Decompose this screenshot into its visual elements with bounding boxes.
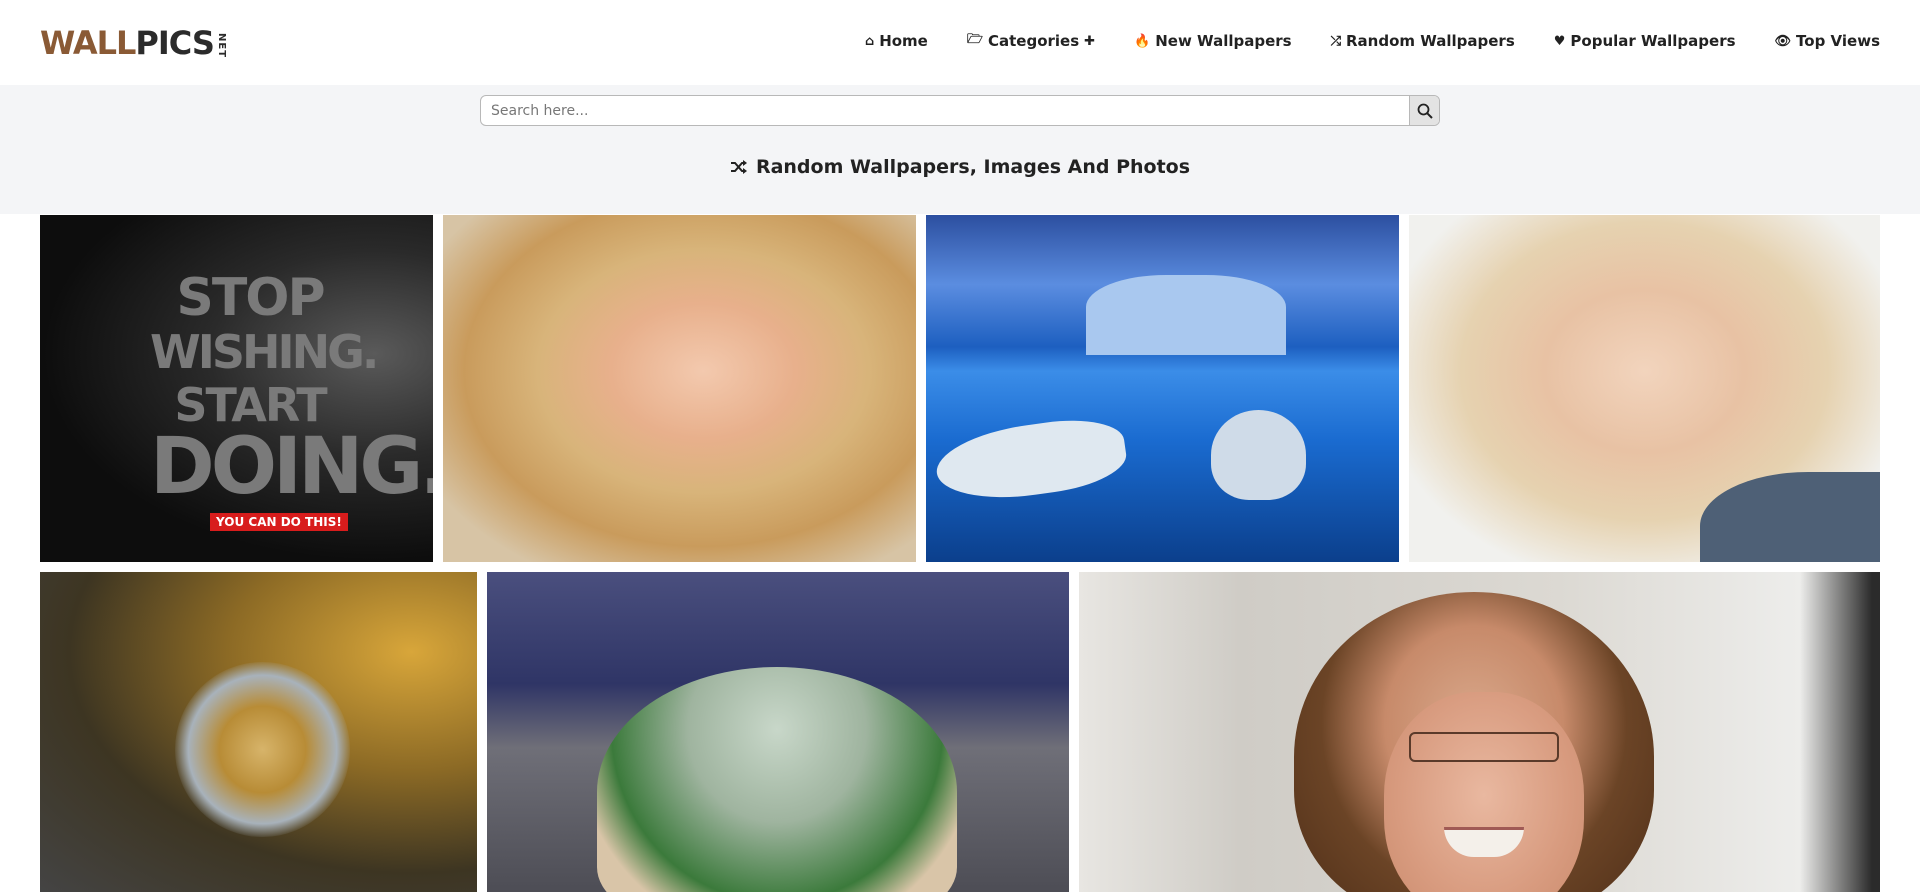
eye-icon: 👁 <box>1774 33 1792 49</box>
main-nav: ⌂ Home 🗁 Categories ✚ 🔥 New Wallpapers ⤮… <box>826 30 1880 52</box>
nav-top-views[interactable]: 👁 Top Views <box>1775 30 1880 52</box>
nav-popular-wallpapers[interactable]: ♥ Popular Wallpapers <box>1554 30 1736 52</box>
nav-categories[interactable]: 🗁 Categories ✚ <box>967 30 1095 52</box>
wallpaper-thumb-motivation[interactable]: STOP WISHING. START DOING. YOU CAN DO TH… <box>40 215 433 562</box>
beluga-right <box>1211 410 1306 500</box>
page-title: Random Wallpapers, Images And Photos <box>0 156 1920 178</box>
wallpaper-thumb-dragon-emblem[interactable] <box>40 572 477 892</box>
nav-random-wallpapers[interactable]: ⤮ Random Wallpapers <box>1331 30 1515 52</box>
site-header: WALLPICS NET ⌂ Home 🗁 Categories ✚ 🔥 New… <box>0 0 1920 85</box>
random-icon <box>730 160 747 174</box>
wallpaper-thumb-beluga-whales[interactable] <box>926 215 1399 562</box>
plus-icon: ✚ <box>1084 33 1096 49</box>
denim-jacket <box>1700 472 1880 562</box>
site-logo[interactable]: WALLPICS NET <box>40 24 227 60</box>
nav-home-label: Home <box>879 32 928 50</box>
glasses <box>1409 732 1559 762</box>
wallpaper-thumb-blonde-drinking[interactable] <box>443 215 916 562</box>
nav-categories-label: Categories <box>987 32 1080 50</box>
home-icon: ⌂ <box>864 33 875 49</box>
nav-home[interactable]: ⌂ Home <box>865 30 928 52</box>
folder-open-icon: 🗁 <box>966 32 983 47</box>
heart-icon: ♥ <box>1553 33 1566 49</box>
nav-new-wallpapers-label: New Wallpapers <box>1155 32 1292 50</box>
search-input[interactable] <box>481 96 1409 125</box>
aquarium-table <box>597 667 957 892</box>
search-icon <box>1417 103 1433 119</box>
nav-random-wallpapers-label: Random Wallpapers <box>1345 32 1515 50</box>
wallpaper-thumb-woman-glasses[interactable] <box>1079 572 1880 892</box>
search-bar <box>480 95 1440 126</box>
portrait-face <box>1384 692 1584 892</box>
random-icon: ⤮ <box>1330 33 1341 49</box>
logo-net: NET <box>215 32 227 58</box>
nav-new-wallpapers[interactable]: 🔥 New Wallpapers <box>1134 30 1292 52</box>
wallpaper-thumb-blonde-portrait[interactable] <box>1409 215 1880 562</box>
iceberg <box>1086 275 1286 355</box>
motto-text: STOP WISHING. START DOING. <box>150 268 433 512</box>
wallpaper-thumb-aquarium-table[interactable] <box>487 572 1069 892</box>
fire-icon: 🔥 <box>1134 33 1151 49</box>
logo-wordmark: WALLPICS <box>40 24 215 62</box>
beluga-left <box>932 412 1130 508</box>
search-button[interactable] <box>1409 96 1439 125</box>
dragon-emblem <box>175 662 350 837</box>
page-title-text: Random Wallpapers, Images And Photos <box>755 156 1191 178</box>
nav-popular-wallpapers-label: Popular Wallpapers <box>1570 32 1736 50</box>
nav-top-views-label: Top Views <box>1796 32 1880 50</box>
motto-tag: YOU CAN DO THIS! <box>210 513 348 531</box>
